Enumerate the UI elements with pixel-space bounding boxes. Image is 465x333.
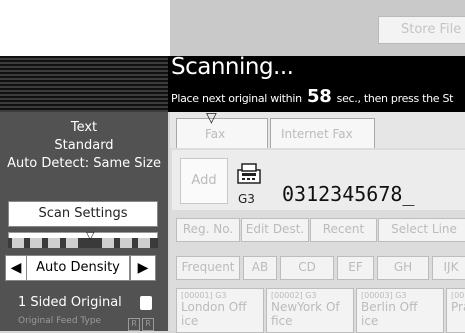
entry-code: [00003] G3 bbox=[361, 291, 407, 300]
group-tab-ef[interactable]: EF bbox=[337, 256, 374, 280]
destination-entry[interactable]: [00 Pra bbox=[446, 288, 465, 333]
summary-resolution: Standard bbox=[54, 138, 114, 153]
page-orientation-icon bbox=[140, 296, 152, 310]
fax-machine-icon bbox=[236, 162, 262, 184]
feed-type-icon: R bbox=[128, 318, 140, 331]
entry-code: [00001] G3 bbox=[181, 291, 227, 300]
feed-type-icon: R bbox=[142, 318, 154, 331]
entry-name: Berlin Off bbox=[361, 300, 418, 314]
density-step bbox=[30, 238, 42, 248]
group-tab-gh[interactable]: GH bbox=[377, 256, 429, 280]
tab-fax[interactable]: Fax bbox=[176, 118, 268, 148]
auto-density-button[interactable]: Auto Density bbox=[26, 255, 130, 281]
entry-name: NewYork Of bbox=[271, 300, 340, 314]
group-tab-frequent[interactable]: Frequent bbox=[176, 256, 240, 280]
density-step bbox=[120, 238, 132, 248]
status-title: Scanning... bbox=[171, 54, 294, 80]
tab-internet-fax[interactable]: Internet Fax bbox=[270, 118, 375, 148]
scan-summary: Text Standard Auto Detect: Same Size bbox=[0, 114, 168, 198]
current-tab-indicator-icon: ▽ bbox=[206, 110, 217, 126]
density-step bbox=[12, 238, 24, 248]
density-step bbox=[102, 238, 114, 248]
entry-name-cont: ice bbox=[361, 314, 379, 328]
line-type-label: G3 bbox=[238, 192, 255, 206]
edit-destination-button[interactable]: Edit Dest. bbox=[241, 218, 309, 242]
summary-scan-size: Auto Detect: Same Size bbox=[7, 156, 161, 171]
summary-original-type: Text bbox=[70, 120, 98, 135]
status-stripe-decoration bbox=[0, 56, 168, 112]
density-marker-icon: ▽ bbox=[86, 229, 95, 242]
reg-no-button[interactable]: Reg. No. bbox=[176, 218, 240, 242]
top-left-blank bbox=[0, 0, 170, 56]
density-step bbox=[48, 238, 60, 248]
entry-code: [00002] G3 bbox=[271, 291, 317, 300]
add-destination-button[interactable]: Add bbox=[180, 158, 228, 204]
lighter-button[interactable]: ◀ bbox=[5, 255, 27, 281]
destination-entry[interactable]: [00002] G3 NewYork Of fice bbox=[266, 288, 354, 333]
density-step bbox=[138, 238, 150, 248]
fax-number-field[interactable]: 0312345678_ bbox=[282, 182, 414, 206]
group-tab-cd[interactable]: CD bbox=[280, 256, 334, 280]
destination-entry[interactable]: [00001] G3 London Off ice bbox=[176, 288, 264, 333]
entry-code: [00 bbox=[451, 291, 465, 300]
status-message-suffix: sec., then press the St bbox=[336, 92, 454, 105]
entry-name: Pra bbox=[451, 300, 465, 314]
group-tab-ijk[interactable]: IJK bbox=[432, 256, 465, 280]
density-step bbox=[66, 238, 78, 248]
darker-button[interactable]: ▶ bbox=[130, 255, 156, 281]
destination-entry[interactable]: [00003] G3 Berlin Off ice bbox=[356, 288, 444, 333]
entry-name-cont: fice bbox=[271, 314, 293, 328]
select-line-button[interactable]: Select Line bbox=[378, 218, 465, 242]
scan-settings-button[interactable]: Scan Settings bbox=[8, 201, 158, 227]
entry-name-cont: ice bbox=[181, 314, 199, 328]
status-message: Place next original within 58 sec., then… bbox=[171, 86, 453, 107]
group-tab-ab[interactable]: AB bbox=[243, 256, 277, 280]
store-file-button[interactable]: Store File bbox=[378, 16, 465, 44]
countdown-seconds: 58 bbox=[307, 86, 332, 107]
entry-name: London Off bbox=[181, 300, 247, 314]
status-message-prefix: Place next original within bbox=[171, 92, 302, 105]
recent-button[interactable]: Recent bbox=[310, 218, 377, 242]
